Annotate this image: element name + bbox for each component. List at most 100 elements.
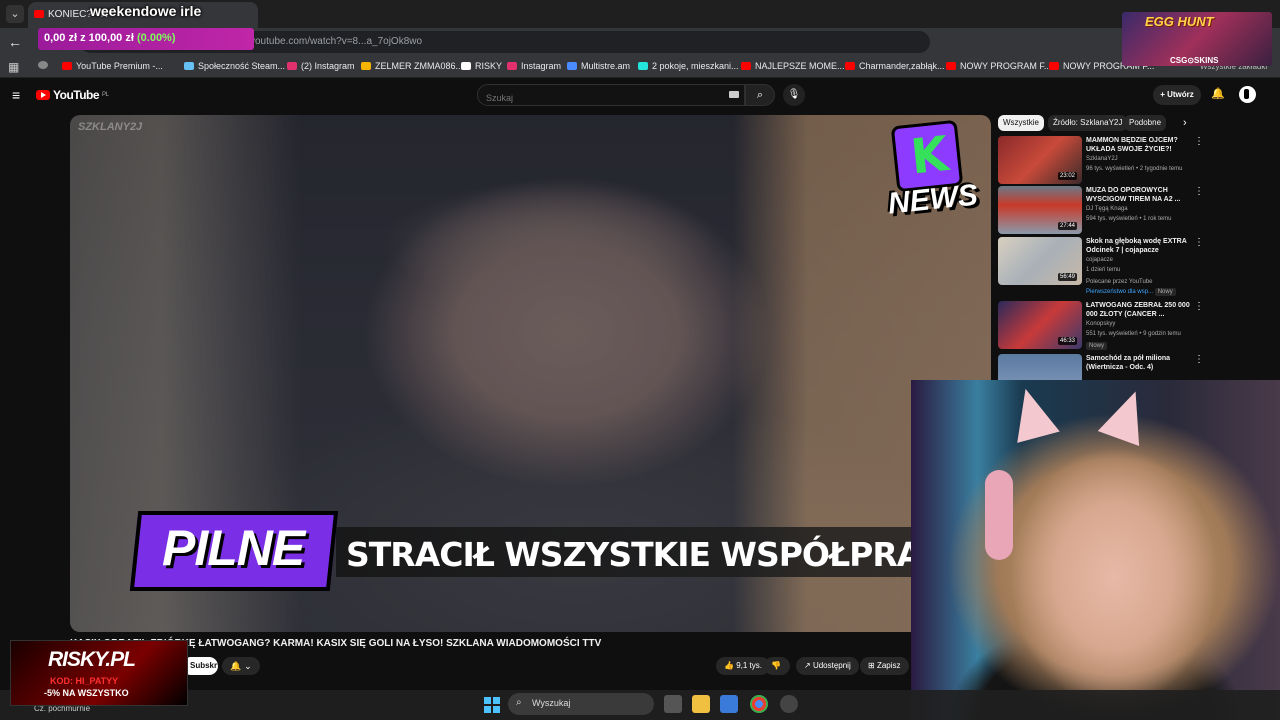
recommended-title[interactable]: Skok na głęboką wodę EXTRA Odcinek 7 | c… [1086, 237, 1190, 255]
bookmark-item[interactable] [38, 61, 48, 69]
keyboard-icon[interactable] [729, 91, 739, 98]
bookmark-favicon-icon [741, 62, 751, 70]
chevron-right-icon[interactable]: › [1183, 117, 1187, 129]
microsoft-store-icon[interactable] [720, 695, 738, 713]
like-button[interactable]: 👍 9,1 tys. [716, 657, 770, 675]
file-explorer-icon[interactable] [692, 695, 710, 713]
search-input[interactable] [477, 84, 745, 106]
chip-similar[interactable]: Podobne [1124, 115, 1167, 131]
bookmark-item[interactable]: Multistre.am [567, 61, 630, 71]
bookmark-item[interactable]: NOWY PROGRAM F... [946, 61, 1051, 71]
video-thumbnail[interactable] [998, 354, 1082, 380]
bookmark-item[interactable]: Charmander,zabłąk... [845, 61, 945, 71]
risky-logo: RISKY.PL [48, 648, 136, 671]
news-ticker-text: STRACIŁ WSZYSTKIE WSPÓŁPRACE ZA WYPOW [346, 535, 991, 574]
bookmark-favicon-icon [287, 62, 297, 70]
search-icon: ⌕ [516, 697, 522, 708]
video-meta: 1 dzień temu [1086, 267, 1121, 273]
bookmark-favicon-icon [38, 61, 48, 69]
duration-badge: 27:44 [1058, 222, 1078, 230]
bookmark-item[interactable]: Instagram [507, 61, 561, 71]
bookmark-favicon-icon [946, 62, 956, 70]
avatar[interactable] [1239, 86, 1256, 103]
channel-name[interactable]: SzklanaY2J [1086, 156, 1118, 162]
stream-title-overlay: weekendowe irle [90, 3, 202, 19]
create-button[interactable]: + Utwórz [1153, 85, 1201, 105]
recommended-title[interactable]: Samochód za pół miliona (Wiertnicza - Od… [1086, 354, 1190, 372]
egg-hunt-title: EGG HUNT [1145, 14, 1214, 29]
hamburger-menu-icon[interactable]: ≡ [12, 87, 20, 103]
youtube-play-icon [36, 90, 50, 100]
windows-start-icon[interactable] [484, 697, 500, 713]
more-options-icon[interactable]: ⋮ [1194, 186, 1204, 197]
recommended-video[interactable]: Samochód za pół miliona (Wiertnicza - Od… [998, 354, 1238, 380]
save-button[interactable]: ⊞ Zapisz [860, 657, 909, 675]
recommended-video[interactable]: 27:44 MUZA DO OPOROWYCH WYSCIGOW TIREM N… [998, 186, 1238, 238]
duration-badge: 46:33 [1058, 337, 1078, 345]
chrome-icon[interactable] [750, 695, 768, 713]
bookmark-item[interactable]: 2 pokoje, mieszkani... [638, 61, 739, 71]
microphone-icon[interactable]: 🎙 [783, 84, 805, 106]
breaking-badge-text: PILNE [162, 520, 305, 576]
video-player[interactable]: SZKLANY2J NEWS PILNE STRACIŁ WSZYSTKIE W… [70, 115, 991, 632]
taskbar-search-input[interactable]: Wyszukaj [508, 693, 654, 715]
bookmark-favicon-icon [567, 62, 577, 70]
duration-badge: 56:49 [1058, 273, 1078, 281]
recommended-video[interactable]: 23:02 MAMMON BĘDZIE OJCEM? UKŁADA SWOJE … [998, 136, 1238, 188]
bookmark-favicon-icon [361, 62, 371, 70]
channel-name[interactable]: DJ Tęgą Knaga [1086, 206, 1128, 212]
premium-badge: Pierwszeństwo dla wsp... Nowy [1086, 288, 1176, 296]
video-meta: 594 tys. wyświetleń • 1 rok temu [1086, 216, 1172, 222]
dislike-button[interactable]: 👎 [764, 657, 790, 675]
headset-cup [985, 470, 1013, 560]
more-options-icon[interactable]: ⋮ [1194, 301, 1204, 312]
more-options-icon[interactable]: ⋮ [1194, 136, 1204, 147]
bookmark-item[interactable]: NAJLEPSZE MOME... [741, 61, 845, 71]
back-arrow-icon[interactable]: ← [8, 34, 22, 50]
bookmark-favicon-icon [507, 62, 517, 70]
risky-discount: -5% NA WSZYSTKO [44, 688, 129, 698]
bookmark-item[interactable]: (2) Instagram [287, 61, 355, 71]
channel-name[interactable]: cojapacze [1086, 257, 1113, 263]
bookmark-favicon-icon [1049, 62, 1059, 70]
recommended-title[interactable]: MUZA DO OPOROWYCH WYSCIGOW TIREM NA A2 .… [1086, 186, 1190, 204]
recommended-video[interactable]: 56:49 Skok na głęboką wodę EXTRA Odcinek… [998, 237, 1238, 299]
youtube-logo[interactable]: YouTube PL [36, 88, 109, 102]
video-watermark: SZKLANY2J [78, 121, 143, 133]
tab-search-button[interactable]: ⌄ [6, 5, 24, 23]
notification-toggle-button[interactable]: 🔔 ⌄ [222, 657, 260, 675]
recommended-title[interactable]: ŁATWOGANG ZEBRAŁ 250 000 000 ZŁOTY (CANC… [1086, 301, 1190, 319]
recommended-video[interactable]: 46:33 ŁATWOGANG ZEBRAŁ 250 000 000 ZŁOTY… [998, 301, 1238, 353]
video-meta: 551 tys. wyświetleń • 9 godzin temu [1086, 331, 1181, 337]
channel-name[interactable]: Konopskyy [1086, 321, 1115, 327]
bookmark-favicon-icon [461, 62, 471, 70]
egg-hunt-sponsor: CSG⊙SKINS [1170, 56, 1219, 65]
bookmark-item[interactable]: YouTube Premium -... [62, 61, 163, 71]
recommended-title[interactable]: MAMMON BĘDZIE OJCEM? UKŁADA SWOJE ŻYCIE?… [1086, 136, 1190, 154]
new-badge: Nowy [1086, 342, 1108, 350]
more-options-icon[interactable]: ⋮ [1194, 354, 1204, 365]
video-meta: 96 tys. wyświetleń • 2 tygodnie temu [1086, 166, 1183, 172]
notifications-bell-icon[interactable]: 🔔 [1211, 87, 1225, 100]
bookmark-item[interactable]: Społeczność Steam... [184, 61, 285, 71]
donation-goal-text: 0,00 zł z 100,00 zł (0.00%) [44, 32, 176, 44]
bookmark-item[interactable]: ZELMER ZMMA086... [361, 61, 463, 71]
more-options-icon[interactable]: ⋮ [1194, 237, 1204, 248]
bookmark-favicon-icon [184, 62, 194, 70]
chip-all[interactable]: Wszystkie [998, 115, 1044, 131]
duration-badge: 23:02 [1058, 172, 1078, 180]
youtube-favicon-icon [34, 10, 44, 18]
share-button[interactable]: ↗ Udostępnij [796, 657, 859, 675]
chip-source[interactable]: Źródło: SzklanaY2J [1048, 115, 1128, 131]
app-icon[interactable] [780, 695, 798, 713]
bookmark-favicon-icon [845, 62, 855, 70]
task-view-icon[interactable] [664, 695, 682, 713]
youtube-header: ≡ YouTube PL ⌕ 🎙 + Utwórz 🔔 [0, 78, 1280, 112]
search-button[interactable]: ⌕ [745, 84, 775, 106]
bookmark-favicon-icon [638, 62, 648, 70]
risky-code: KOD: HI_PATYY [50, 676, 119, 686]
apps-grid-icon[interactable]: ▦ [8, 60, 19, 74]
streamer-webcam [911, 380, 1280, 720]
bookmark-item[interactable]: RISKY [461, 61, 502, 71]
bookmarks-bar: ▦ YouTube Premium -... Społeczność Steam… [0, 56, 1280, 78]
